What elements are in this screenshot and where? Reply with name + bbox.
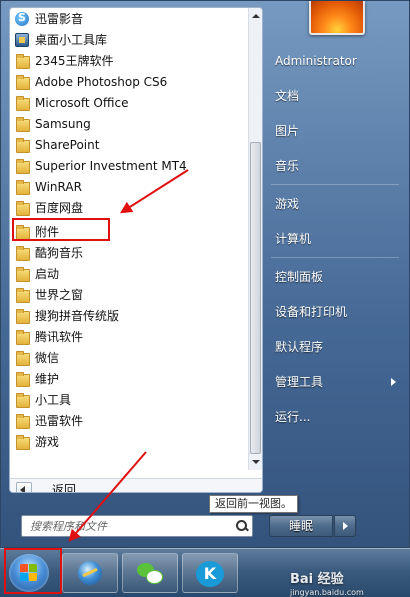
annotation-arrow-accessories	[119, 169, 189, 214]
annotation-arrows	[68, 169, 189, 542]
annotation-arrow-start	[68, 451, 147, 542]
